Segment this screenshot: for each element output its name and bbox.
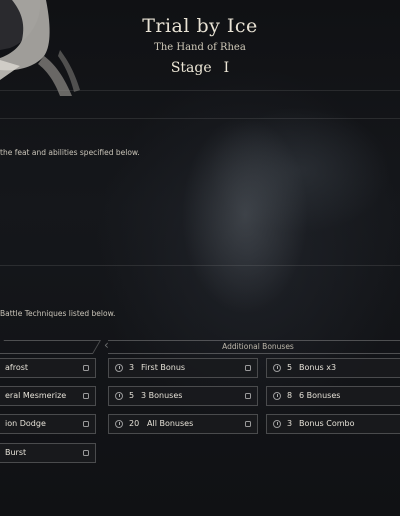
- technique-card[interactable]: ion Dodge: [0, 414, 96, 434]
- clock-icon: [273, 420, 281, 428]
- technique-label: Burst: [5, 448, 27, 457]
- clock-icon: [115, 364, 123, 372]
- bonus-label: 6 Bonuses: [299, 391, 341, 400]
- stage-indicator: Stage I: [0, 60, 400, 76]
- divider: [0, 90, 400, 91]
- divider: [0, 118, 400, 119]
- bonus-count: 3: [129, 363, 135, 372]
- bonus-card[interactable]: 8 6 Bonuses: [266, 386, 400, 406]
- clock-icon: [115, 420, 123, 428]
- trial-header: Trial by Ice The Hand of Rhea Stage I: [0, 0, 400, 90]
- checkbox-icon: [83, 421, 89, 427]
- feat-description: the feat and abilities specified below.: [0, 148, 140, 157]
- bonus-card[interactable]: 3 Bonus Combo: [266, 414, 400, 434]
- trial-title: Trial by Ice: [142, 15, 258, 37]
- bonus-label: First Bonus: [141, 363, 186, 372]
- checkbox-icon: [83, 365, 89, 371]
- additional-bonuses-header: Additional Bonuses: [108, 340, 400, 354]
- bonus-count: 20: [129, 419, 140, 428]
- bonus-card[interactable]: 5 Bonus x3: [266, 358, 400, 378]
- technique-label: ion Dodge: [5, 419, 46, 428]
- bonus-card[interactable]: 20 All Bonuses: [108, 414, 258, 434]
- clock-icon: [115, 392, 123, 400]
- techniques-section-header: [0, 340, 102, 354]
- checkbox-icon: [245, 365, 251, 371]
- clock-icon: [273, 364, 281, 372]
- bonus-card[interactable]: 3 First Bonus: [108, 358, 258, 378]
- bonus-count: 3: [287, 419, 293, 428]
- technique-description: Battle Techniques listed below.: [0, 309, 116, 318]
- technique-card[interactable]: eral Mesmerize: [0, 386, 96, 406]
- technique-label: eral Mesmerize: [5, 391, 67, 400]
- checkbox-icon: [83, 450, 89, 456]
- clock-icon: [273, 392, 281, 400]
- bonus-label: 3 Bonuses: [141, 391, 183, 400]
- bonus-label: Bonus Combo: [299, 419, 355, 428]
- bonus-card[interactable]: 5 3 Bonuses: [108, 386, 258, 406]
- checkbox-icon: [83, 393, 89, 399]
- bonus-count: 5: [287, 363, 293, 372]
- bonus-count: 5: [129, 391, 135, 400]
- stage-label: Stage: [170, 60, 212, 76]
- bonus-count: 8: [287, 391, 293, 400]
- bonus-label: All Bonuses: [147, 419, 194, 428]
- checkbox-icon: [245, 421, 251, 427]
- stage-number: I: [223, 60, 230, 76]
- checkbox-icon: [245, 393, 251, 399]
- trial-subtitle: The Hand of Rhea: [154, 42, 246, 53]
- bonus-label: Bonus x3: [299, 363, 337, 372]
- divider: [0, 265, 400, 266]
- technique-card[interactable]: Burst: [0, 443, 96, 463]
- technique-card[interactable]: afrost: [0, 358, 96, 378]
- technique-label: afrost: [5, 363, 29, 372]
